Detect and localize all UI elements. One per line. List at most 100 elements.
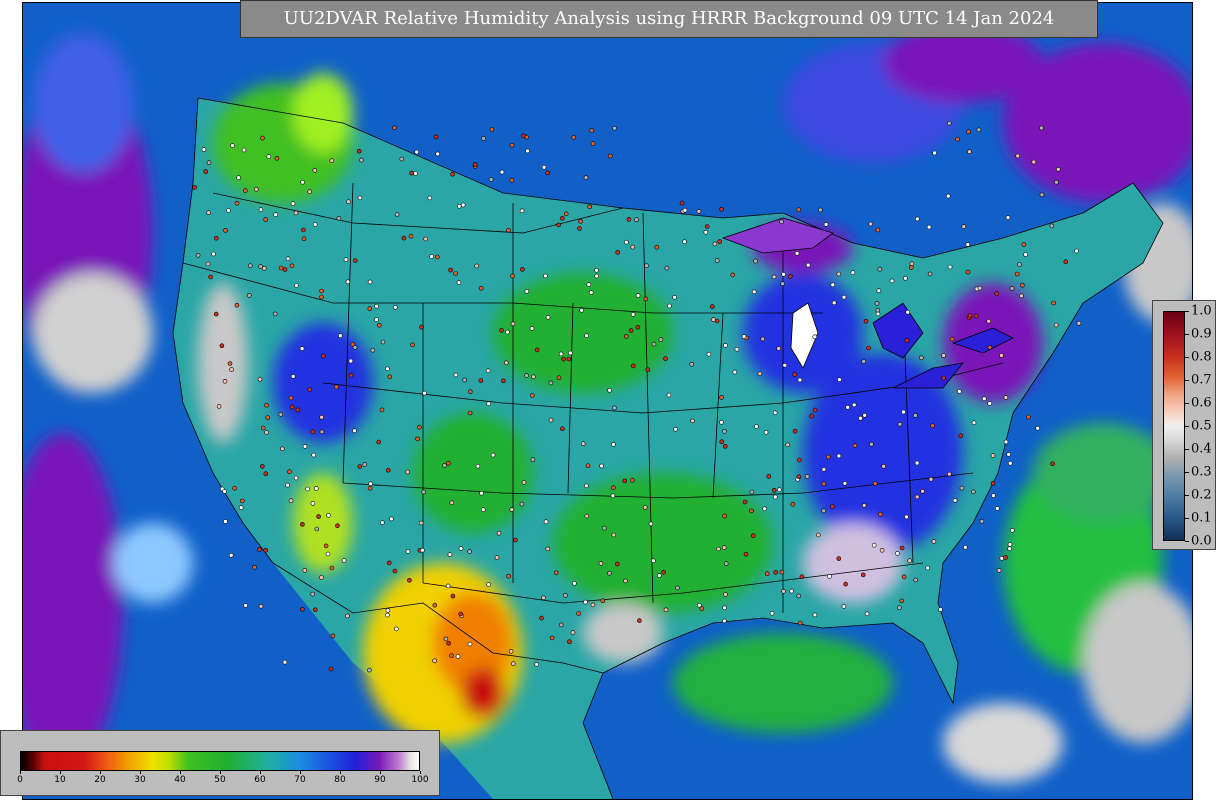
station-dot (368, 481, 374, 487)
analysis-map (22, 2, 1193, 800)
station-dot (223, 228, 228, 233)
station-dot (1039, 125, 1044, 131)
station-dot (258, 264, 263, 269)
station-dot (862, 412, 867, 418)
station-dot (257, 376, 263, 382)
station-dot (722, 429, 727, 434)
station-dot (779, 569, 785, 575)
station-dot (1021, 242, 1027, 247)
station-tick-label: 0.0 (1191, 533, 1212, 549)
station-dot (486, 401, 492, 407)
station-dot (222, 489, 227, 494)
station-dot (836, 271, 842, 277)
station-dot (914, 460, 920, 466)
station-dot (946, 120, 952, 126)
station-dot (776, 487, 782, 493)
station-dot (630, 363, 636, 369)
station-tick-mark (1185, 426, 1189, 427)
station-dot (205, 261, 211, 267)
station-dot (588, 290, 594, 295)
station-dot (278, 265, 284, 271)
station-dot (323, 543, 329, 549)
station-tick-label: 0.6 (1191, 395, 1212, 411)
station-dot (584, 483, 589, 489)
station-dot (307, 189, 313, 194)
station-dot (376, 439, 382, 445)
station-dot (432, 602, 438, 608)
station-dot (771, 274, 777, 280)
station-dot (629, 477, 635, 483)
station-dot (494, 555, 500, 560)
station-dot (480, 507, 486, 513)
station-dot (1026, 414, 1031, 420)
station-dot (380, 520, 385, 525)
station-dot (790, 501, 796, 507)
station-dot (560, 426, 565, 432)
station-dot (872, 481, 878, 486)
station-dot (920, 488, 925, 494)
station-dot (312, 222, 318, 227)
station-dot (919, 355, 924, 361)
station-dot (823, 222, 829, 227)
rh-tick-label: 40 (174, 775, 186, 785)
station-dot (195, 253, 201, 258)
station-dot (830, 282, 836, 288)
station-dot (247, 293, 252, 298)
station-dot (293, 475, 299, 481)
station-dot (782, 362, 788, 368)
station-dot (610, 485, 616, 491)
station-dot (772, 494, 778, 500)
station-dot (1009, 286, 1015, 291)
station-dot (1014, 271, 1020, 277)
station-dot (509, 143, 515, 148)
station-dot (432, 658, 437, 664)
station-dot (682, 207, 688, 213)
station-dot (312, 607, 318, 613)
station-dot (703, 230, 709, 235)
station-dot (273, 212, 278, 217)
station-dot (679, 200, 685, 206)
station-dot (946, 471, 952, 477)
station-dot (374, 303, 379, 309)
rh-tick-mark (100, 771, 101, 774)
station-dot (481, 136, 486, 141)
station-dot (614, 561, 620, 567)
station-dot (456, 280, 462, 285)
station-dot (589, 128, 595, 133)
station-dot (447, 552, 453, 557)
station-dot (651, 558, 656, 564)
station-dot (781, 588, 786, 594)
station-dot (601, 525, 607, 531)
station-dot (861, 503, 867, 508)
station-dot (815, 532, 821, 538)
station-dot (319, 575, 324, 580)
station-dot (1003, 555, 1008, 560)
station-dot (699, 606, 705, 611)
station-dot (837, 377, 842, 383)
station-dot (478, 285, 484, 291)
station-dot (664, 265, 670, 271)
station-dot (386, 560, 392, 566)
station-dot (254, 187, 259, 192)
station-dot (325, 512, 331, 518)
station-dot (310, 591, 316, 597)
rh-tick-mark (60, 771, 61, 774)
station-dot (521, 133, 526, 139)
station-dot (611, 442, 616, 447)
station-dot (750, 533, 756, 539)
station-dot (901, 409, 906, 415)
station-dot (335, 523, 340, 529)
station-dot (289, 404, 295, 410)
station-dot (521, 480, 527, 485)
station-dot (977, 285, 983, 291)
station-dot (446, 640, 451, 646)
station-dot (334, 384, 339, 390)
station-dot (367, 485, 373, 491)
station-dot (453, 372, 459, 378)
rh-tick-label: 0 (17, 775, 23, 785)
station-dot (723, 343, 728, 348)
station-dot (287, 469, 292, 475)
station-dot (409, 170, 415, 176)
rh-tick-mark (260, 771, 261, 774)
station-dot (722, 444, 728, 449)
